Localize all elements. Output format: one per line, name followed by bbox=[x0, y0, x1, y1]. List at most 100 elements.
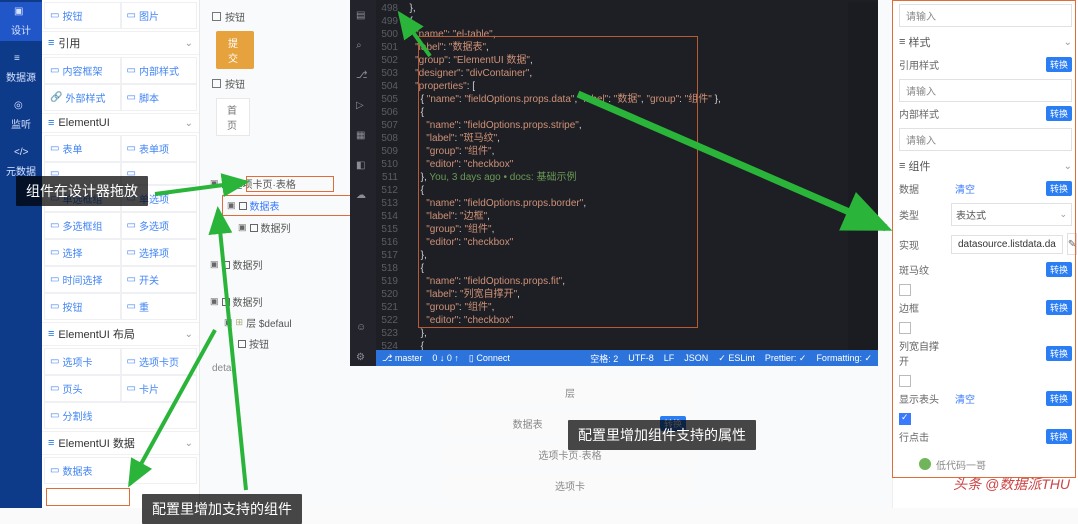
ext-icon[interactable]: ▦ bbox=[356, 130, 370, 144]
data-row: 数据清空转换 bbox=[899, 181, 1072, 196]
palette-reset[interactable]: ▭重 bbox=[121, 293, 198, 320]
files-icon[interactable]: ▤ bbox=[356, 10, 370, 24]
chevron-down-icon: ⌄ bbox=[185, 438, 193, 449]
callout-add-props: 配置里增加组件支持的属性 bbox=[568, 420, 756, 450]
callout-add-comp: 配置里增加支持的组件 bbox=[142, 494, 302, 524]
ref-style-row: 引用样式转换 bbox=[899, 57, 1072, 72]
ref-style-input[interactable]: 请输入 bbox=[899, 79, 1072, 102]
remote-icon[interactable]: ☁ bbox=[356, 190, 370, 204]
palette-image[interactable]: ▭图片 bbox=[121, 2, 198, 29]
lang-indicator[interactable]: JSON bbox=[684, 353, 708, 363]
component-palette: ▭按钮 ▭图片 ≡引用⌄ ▭内容框架 ▭内部样式 🔗外部样式 ▭脚本 ≡Elem… bbox=[42, 0, 200, 508]
git-icon[interactable]: ⎇ bbox=[356, 70, 370, 84]
palette-tab-page[interactable]: ▭选项卡页 bbox=[121, 348, 198, 375]
eslint-indicator[interactable]: ✓ ESLint bbox=[718, 353, 755, 364]
properties-panel: 请输入 ≡ 样式⌄ 引用样式转换 请输入 内部样式转换 请输入 ≡ 组件⌄ 数据… bbox=[892, 0, 1078, 508]
debug-icon[interactable]: ▷ bbox=[356, 100, 370, 114]
palette-button-el[interactable]: ▭按钮 bbox=[44, 293, 121, 320]
rail-monitor[interactable]: ◎监听 bbox=[11, 96, 31, 135]
convert-tag[interactable]: 转换 bbox=[1046, 346, 1072, 361]
palette-form[interactable]: ▭表单 bbox=[44, 135, 121, 162]
rail-design[interactable]: ▣设计 bbox=[0, 2, 42, 41]
formatting-indicator[interactable]: Formatting: ✓ bbox=[816, 353, 872, 364]
convert-tag[interactable]: 转换 bbox=[1046, 300, 1072, 315]
home-button[interactable]: 首页 bbox=[216, 98, 250, 136]
top-input[interactable]: 请输入 bbox=[899, 4, 1072, 27]
enc-indicator[interactable]: UTF-8 bbox=[628, 353, 654, 363]
gear-icon[interactable]: ⚙ bbox=[356, 352, 370, 366]
palette-checkbox[interactable]: ▭多选项 bbox=[121, 212, 198, 239]
convert-tag[interactable]: 转换 bbox=[1046, 262, 1072, 277]
stripe-checkbox[interactable] bbox=[899, 284, 911, 296]
palette-outer-style[interactable]: 🔗外部样式 bbox=[44, 84, 121, 111]
docker-icon[interactable]: ◧ bbox=[356, 160, 370, 174]
inner-style-input[interactable]: 请输入 bbox=[899, 128, 1072, 151]
fit-row: 列宽自撑开转换 bbox=[899, 338, 1072, 368]
palette-section-elementui[interactable]: ≡ElementUI⌄ bbox=[42, 113, 199, 133]
code-editor: ▤ ⌕ ⎇ ▷ ▦ ◧ ☁ ☺ ⚙ 4984995005015025035045… bbox=[350, 0, 878, 366]
watermark: 头条 @数据派THU bbox=[953, 474, 1070, 494]
chevron-down-icon: ⌄ bbox=[185, 329, 193, 340]
showheader-checkbox[interactable] bbox=[899, 413, 911, 425]
palette-option[interactable]: ▭选择项 bbox=[121, 239, 198, 266]
palette-switch[interactable]: ▭开关 bbox=[121, 266, 198, 293]
search-icon[interactable]: ⌕ bbox=[356, 40, 370, 54]
rail-datasource[interactable]: ≡数据源 bbox=[6, 49, 36, 88]
convert-tag[interactable]: 转换 bbox=[1046, 391, 1072, 406]
account-icon[interactable]: ☺ bbox=[356, 322, 370, 336]
palette-script[interactable]: ▭脚本 bbox=[121, 84, 198, 111]
connect-indicator[interactable]: ▯ Connect bbox=[469, 353, 510, 364]
branch-indicator[interactable]: ⎇ master bbox=[382, 353, 422, 364]
sync-indicator[interactable]: 0 ↓ 0 ↑ bbox=[432, 353, 459, 363]
clear-link[interactable]: 清空 bbox=[955, 181, 975, 196]
palette-time-picker[interactable]: ▭时间选择 bbox=[44, 266, 121, 293]
brow-layer[interactable]: 层 bbox=[446, 380, 694, 405]
left-rail: ▣设计 ≡数据源 ◎监听 </>元数据 bbox=[0, 0, 42, 508]
convert-tag[interactable]: 转换 bbox=[1046, 181, 1072, 196]
palette-section-ref[interactable]: ≡引用⌄ bbox=[42, 31, 199, 55]
palette-tabs[interactable]: ▭选项卡 bbox=[44, 348, 121, 375]
palette-button[interactable]: ▭按钮 bbox=[44, 2, 121, 29]
convert-tag[interactable]: 转换 bbox=[1046, 57, 1072, 72]
clear-link[interactable]: 清空 bbox=[955, 391, 975, 406]
watermark-sub: 低代码一哥 bbox=[917, 456, 986, 472]
comp-section-head[interactable]: ≡ 组件⌄ bbox=[899, 155, 1072, 177]
edit-icon[interactable]: ✎ bbox=[1067, 233, 1077, 255]
inner-style-row: 内部样式转换 bbox=[899, 106, 1072, 121]
palette-card[interactable]: ▭卡片 bbox=[121, 375, 198, 402]
submit-button[interactable]: 提交 bbox=[216, 31, 254, 69]
eol-indicator[interactable]: LF bbox=[664, 353, 675, 363]
palette-inner-style[interactable]: ▭内部样式 bbox=[121, 57, 198, 84]
palette-data-table[interactable]: ▭数据表 bbox=[44, 457, 197, 484]
palette-select[interactable]: ▭选择 bbox=[44, 239, 121, 266]
rowclick-row: 行点击转换 bbox=[899, 429, 1072, 444]
code-lines[interactable]: 4984995005015025035045055065075085095105… bbox=[376, 0, 878, 350]
chevron-down-icon: ⌄ bbox=[185, 118, 193, 129]
spaces-indicator[interactable]: 空格: 2 bbox=[590, 352, 618, 365]
brow-tab[interactable]: 选项卡 bbox=[446, 473, 694, 498]
convert-tag[interactable]: 转换 bbox=[1046, 429, 1072, 444]
chevron-down-icon: ⌄ bbox=[185, 38, 193, 49]
impl-input[interactable]: datasource.listdata.da bbox=[951, 235, 1063, 254]
border-row: 边框转换 bbox=[899, 300, 1072, 315]
type-select[interactable]: 表达式⌄ bbox=[951, 203, 1072, 226]
palette-checkbox-group[interactable]: ▭多选框组 bbox=[44, 212, 121, 239]
impl-row: 实现 datasource.listdata.da ✎ bbox=[899, 233, 1072, 255]
palette-section-data[interactable]: ≡ElementUI 数据⌄ bbox=[42, 431, 199, 455]
fit-checkbox[interactable] bbox=[899, 375, 911, 387]
palette-section-layout[interactable]: ≡ElementUI 布局⌄ bbox=[42, 322, 199, 346]
showheader-row: 显示表头清空转换 bbox=[899, 391, 1072, 406]
palette-form-item[interactable]: ▭表单项 bbox=[121, 135, 198, 162]
convert-tag[interactable]: 转换 bbox=[1046, 106, 1072, 121]
callout-drag: 组件在设计器拖放 bbox=[16, 176, 148, 206]
border-checkbox[interactable] bbox=[899, 322, 911, 334]
palette-divider[interactable]: ▭分割线 bbox=[44, 402, 197, 429]
style-section-head[interactable]: ≡ 样式⌄ bbox=[899, 31, 1072, 53]
palette-content-frame[interactable]: ▭内容框架 bbox=[44, 57, 121, 84]
minimap[interactable] bbox=[848, 2, 878, 350]
palette-header[interactable]: ▭页头 bbox=[44, 375, 121, 402]
prettier-indicator[interactable]: Prettier: ✓ bbox=[765, 353, 807, 364]
stripe-row: 斑马纹转换 bbox=[899, 262, 1072, 277]
type-row: 类型 表达式⌄ bbox=[899, 203, 1072, 226]
status-bar: ⎇ master 0 ↓ 0 ↑ ▯ Connect 空格: 2 UTF-8 L… bbox=[376, 350, 878, 366]
